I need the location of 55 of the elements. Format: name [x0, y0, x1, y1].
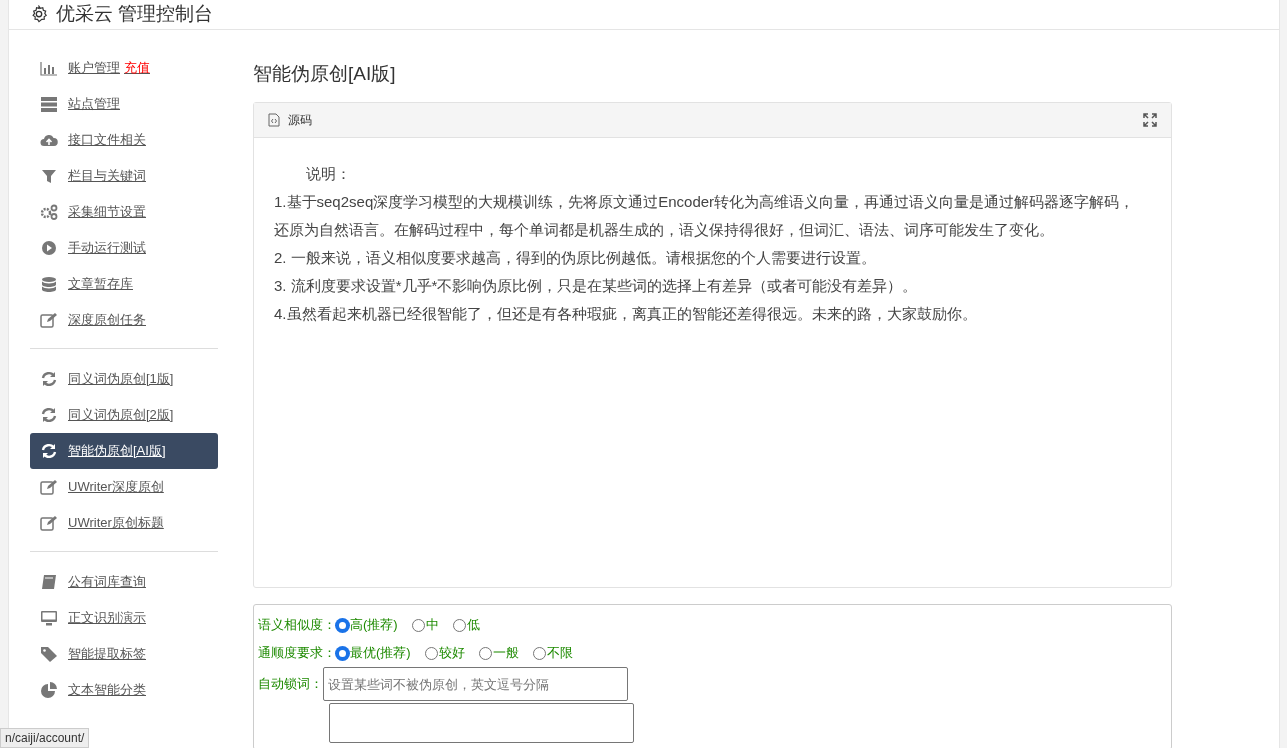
card-title: 源码: [288, 112, 312, 129]
lock-words-field[interactable]: 设置某些词不被伪原创，英文逗号分隔: [323, 667, 628, 701]
refresh-icon: [40, 406, 58, 423]
book-icon: [40, 573, 58, 590]
refresh-icon: [40, 442, 58, 459]
sidebar-item[interactable]: 账户管理 充值: [30, 49, 218, 86]
notes-heading: 说明：: [305, 164, 352, 184]
sidebar-item[interactable]: 正文识别演示: [30, 599, 218, 636]
radio-option[interactable]: 低: [452, 615, 480, 635]
sidebar-item[interactable]: 接口文件相关: [30, 121, 218, 158]
edit-icon: [40, 514, 58, 531]
radio-option[interactable]: 不限: [532, 643, 573, 663]
page-title: 智能伪原创[AI版]: [253, 61, 397, 86]
radio-option[interactable]: 中: [411, 615, 439, 635]
radio-option[interactable]: 最优(推荐): [336, 643, 411, 663]
radio-option[interactable]: 一般: [478, 643, 519, 663]
gear-icon: [30, 5, 48, 24]
sidebar-item[interactable]: 同义词伪原创[2版]: [30, 396, 218, 433]
field-label: 自动锁词：: [258, 675, 323, 694]
fullscreen-icon[interactable]: [1143, 113, 1157, 127]
sidebar-item[interactable]: 文本智能分类: [30, 671, 218, 708]
sidebar-item[interactable]: 深度原创任务: [30, 301, 218, 338]
status-url: n/caiji/account/: [0, 728, 90, 748]
edit-icon: [40, 478, 58, 495]
sidebar-item[interactable]: 同义词伪原创[1版]: [30, 360, 218, 397]
server-icon: [40, 95, 58, 112]
monitor-icon: [40, 609, 58, 626]
note-paragraph: 1.基于seq2seq深度学习模型的大规模训练，先将原文通过Encoder转化为高维语义向量，再通过语义向量是通过解码器逐字解码，还原为自然语言。在解码过程中，每个单词都是机器生成的，语义保持得很好，但词汇、语法、词序可能发生了变化。: [274, 192, 1136, 240]
field-label: 语义相似度：: [258, 616, 336, 635]
database-icon: [40, 275, 58, 292]
sidebar-item[interactable]: 手动运行测试: [30, 229, 218, 266]
text-input-area[interactable]: [329, 703, 634, 743]
note-paragraph: 3. 流利度要求设置*几乎*不影响伪原比例，只是在某些词的选择上有差异（或者可能没有差异）。: [274, 276, 919, 296]
tag-icon: [40, 645, 58, 662]
code-file-icon: [268, 113, 280, 127]
sidebar-item[interactable]: UWriter深度原创: [30, 468, 218, 505]
bar-chart-icon: [40, 59, 58, 76]
pie-chart-icon: [40, 681, 58, 698]
sidebar-item[interactable]: 公有词库查询: [30, 563, 218, 600]
edit-icon: [40, 311, 58, 328]
play-circle-icon: [40, 239, 58, 256]
note-paragraph: 4.虽然看起来机器已经很智能了，但还是有各种瑕疵，离真正的智能还差得很远。未来的路，大家鼓励你。: [274, 304, 978, 324]
sidebar-item[interactable]: UWriter原创标题: [30, 504, 218, 541]
field-label: 通顺度要求：: [258, 644, 336, 663]
gears-icon: [40, 203, 58, 220]
note-paragraph: 2. 一般来说，语义相似度要求越高，得到的伪原比例越低。请根据您的个人需要进行设置。: [274, 248, 877, 268]
radio-option[interactable]: 高(推荐): [336, 615, 398, 635]
sidebar-item[interactable]: 智能伪原创[AI版]: [30, 432, 218, 469]
sidebar-item[interactable]: 文章暂存库: [30, 265, 218, 302]
radio-option[interactable]: 较好: [424, 643, 465, 663]
console-title: 优采云 管理控制台: [56, 2, 214, 26]
refresh-icon: [40, 370, 58, 387]
recharge-link[interactable]: 充值: [124, 57, 150, 78]
sidebar-item[interactable]: 采集细节设置: [30, 193, 218, 230]
filter-icon: [40, 167, 58, 184]
